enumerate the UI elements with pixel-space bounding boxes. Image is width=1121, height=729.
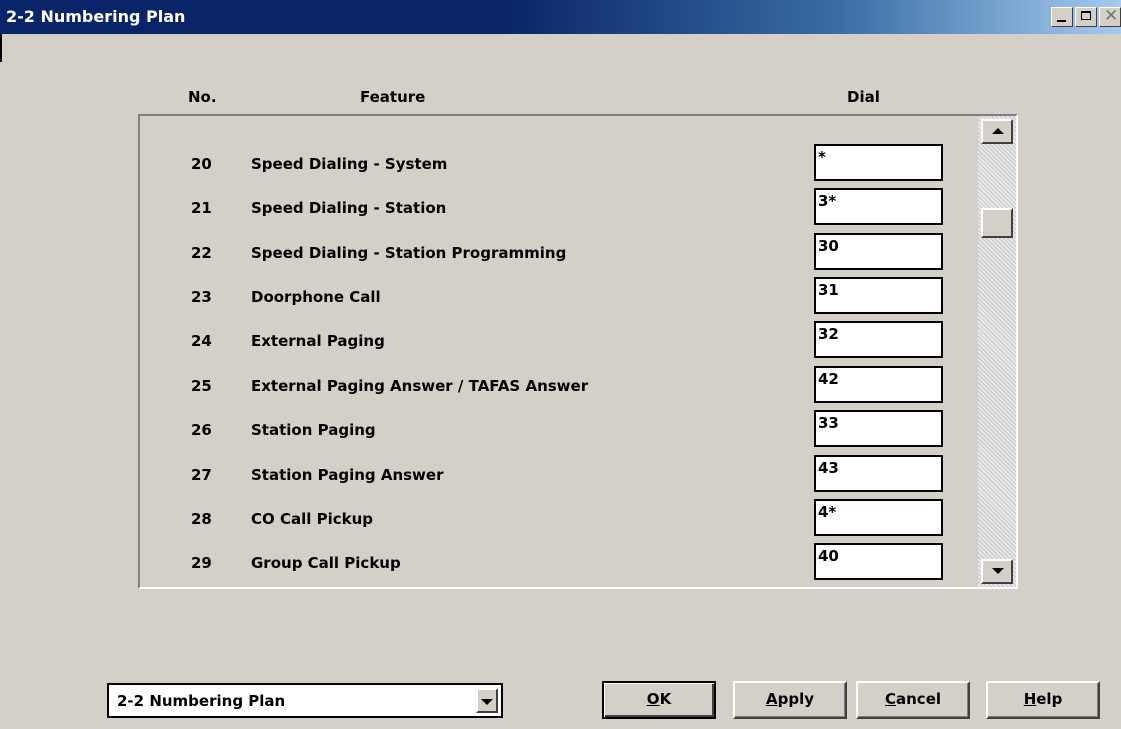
scroll-up-button[interactable] xyxy=(981,119,1013,144)
feature-list: 20 Speed Dialing - System * 21 Speed Dia… xyxy=(138,114,1018,589)
row-feature: CO Call Pickup xyxy=(251,510,374,528)
list-row: 26 Station Paging 33 xyxy=(140,406,980,450)
row-number: 23 xyxy=(191,288,212,306)
row-feature: Speed Dialing - Station Programming xyxy=(251,244,567,262)
minimize-icon[interactable] xyxy=(1051,7,1073,27)
row-number: 22 xyxy=(191,244,212,262)
apply-button[interactable]: Apply xyxy=(733,681,847,719)
close-icon[interactable]: ✕ xyxy=(1099,6,1121,27)
arrow-up-icon xyxy=(992,128,1004,134)
list-row: 27 Station Paging Answer 43 xyxy=(140,451,980,495)
vertical-scrollbar[interactable] xyxy=(978,116,1016,587)
cancel-accel: C xyxy=(884,690,896,708)
apply-accel: A xyxy=(765,690,778,708)
window-edge-mark xyxy=(0,34,2,62)
list-row: 20 Speed Dialing - System * xyxy=(140,140,980,184)
row-number: 28 xyxy=(191,510,212,528)
row-feature: Group Call Pickup xyxy=(251,554,401,572)
dropdown-button[interactable] xyxy=(476,688,498,713)
row-number: 20 xyxy=(191,155,212,173)
dial-input[interactable]: 30 xyxy=(814,233,943,270)
row-number: 25 xyxy=(191,377,212,395)
column-header-feature: Feature xyxy=(360,88,426,106)
ok-label: K xyxy=(659,690,672,708)
dial-input[interactable]: 31 xyxy=(814,277,943,314)
column-header-dial: Dial xyxy=(847,88,880,106)
maximize-icon[interactable] xyxy=(1075,7,1097,27)
help-label: elp xyxy=(1036,690,1063,708)
dial-input[interactable]: 40 xyxy=(814,543,943,580)
help-accel: H xyxy=(1023,690,1037,708)
list-row: 28 CO Call Pickup 4* xyxy=(140,495,980,539)
row-feature: External Paging xyxy=(251,332,385,350)
list-row: 29 Group Call Pickup 40 xyxy=(140,539,980,583)
scroll-down-button[interactable] xyxy=(981,559,1013,584)
row-feature: Station Paging Answer xyxy=(251,466,444,484)
dial-input[interactable]: 4* xyxy=(814,499,943,536)
row-feature: Speed Dialing - Station xyxy=(251,199,447,217)
list-row: 24 External Paging 32 xyxy=(140,317,980,361)
dial-input[interactable]: 3* xyxy=(814,188,943,225)
page-select[interactable]: 2-2 Numbering Plan xyxy=(107,683,503,718)
dial-input[interactable]: 32 xyxy=(814,321,943,358)
row-feature: Station Paging xyxy=(251,421,376,439)
list-row: 23 Doorphone Call 31 xyxy=(140,273,980,317)
row-feature: Speed Dialing - System xyxy=(251,155,448,173)
row-number: 27 xyxy=(191,466,212,484)
dial-input[interactable]: * xyxy=(814,144,943,181)
row-feature: Doorphone Call xyxy=(251,288,381,306)
arrow-down-icon xyxy=(992,568,1004,574)
cancel-button[interactable]: Cancel xyxy=(856,681,970,719)
dial-input[interactable]: 43 xyxy=(814,455,943,492)
row-feature: External Paging Answer / TAFAS Answer xyxy=(251,377,589,395)
row-number: 21 xyxy=(191,199,212,217)
dial-input[interactable]: 33 xyxy=(814,410,943,447)
apply-label: pply xyxy=(777,690,814,708)
title-bar[interactable]: 2-2 Numbering Plan ✕ xyxy=(0,0,1121,34)
list-row: 25 External Paging Answer / TAFAS Answer… xyxy=(140,362,980,406)
row-number: 24 xyxy=(191,332,212,350)
cancel-label: ancel xyxy=(896,690,942,708)
ok-button[interactable]: OK xyxy=(602,681,716,719)
row-number: 29 xyxy=(191,554,212,572)
page-select-value: 2-2 Numbering Plan xyxy=(117,692,286,710)
list-row: 21 Speed Dialing - Station 3* xyxy=(140,184,980,228)
ok-accel: O xyxy=(646,690,660,708)
row-number: 26 xyxy=(191,421,212,439)
column-header-no: No. xyxy=(188,88,217,106)
help-button[interactable]: Help xyxy=(986,681,1100,719)
list-row: 22 Speed Dialing - Station Programming 3… xyxy=(140,229,980,273)
scroll-thumb[interactable] xyxy=(981,208,1013,238)
chevron-down-icon xyxy=(481,699,493,705)
window-title: 2-2 Numbering Plan xyxy=(6,7,186,26)
dial-input[interactable]: 42 xyxy=(814,366,943,403)
